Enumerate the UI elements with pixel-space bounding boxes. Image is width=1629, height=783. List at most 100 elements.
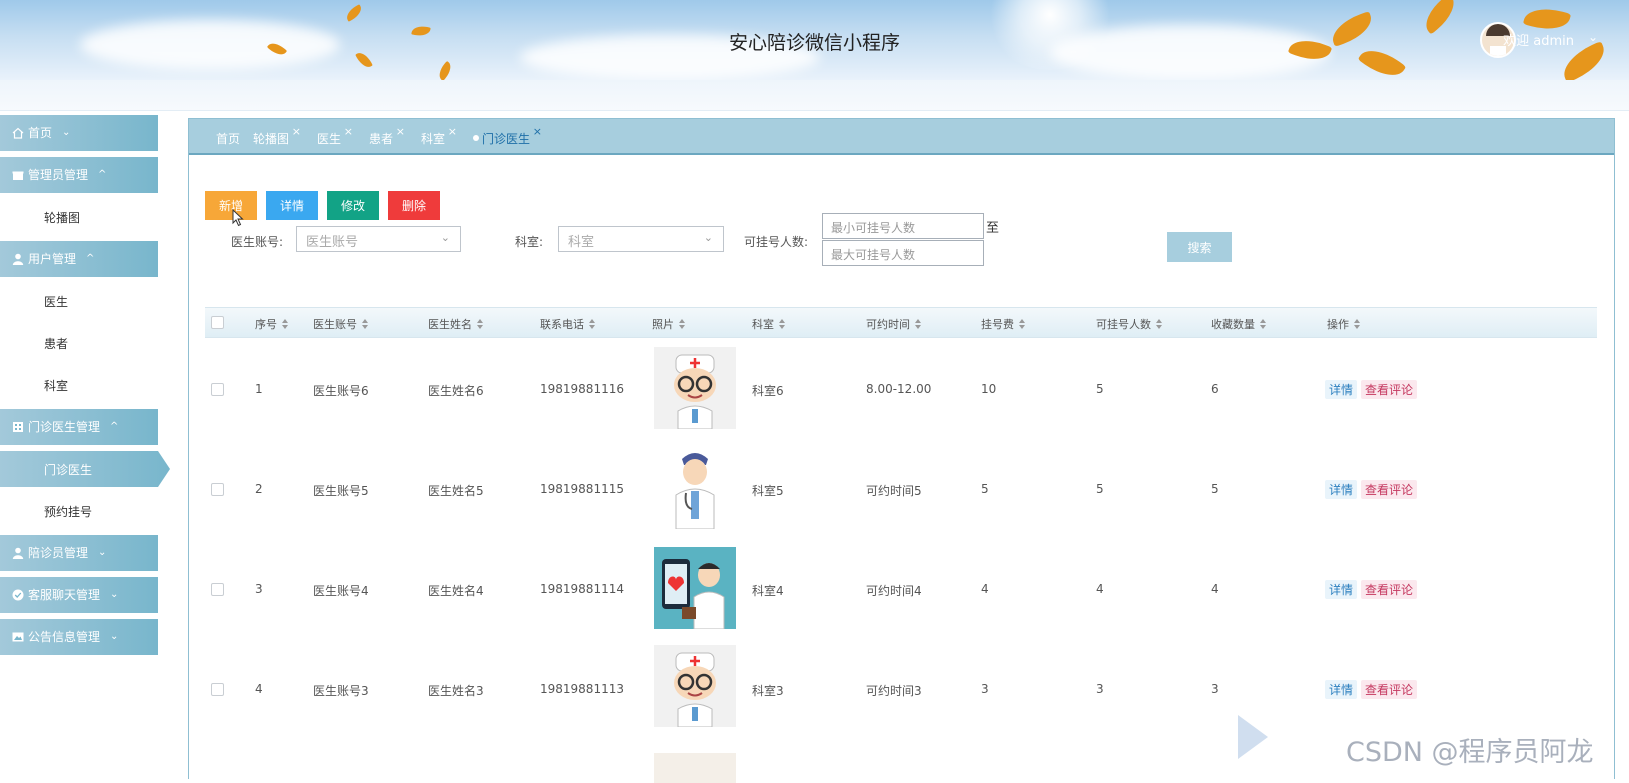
- sort-icon: [477, 319, 484, 329]
- doctor-photo: [654, 447, 736, 529]
- min-quota-input[interactable]: 最小可挂号人数: [822, 213, 984, 239]
- column-header[interactable]: 医生姓名: [428, 316, 484, 332]
- leaf-decoration: [435, 60, 455, 80]
- column-header[interactable]: 操作: [1327, 316, 1361, 332]
- sidebar-group-clinic[interactable]: 门诊医生管理 ^: [0, 409, 175, 445]
- tab-carousel[interactable]: 轮播图 ×: [253, 125, 301, 147]
- chevron-down-icon: ⌄: [703, 231, 713, 244]
- close-icon[interactable]: ×: [533, 125, 542, 138]
- table-header: 序号 医生账号 医生姓名 联系电话 照片 科室 可约时间 挂号费 可挂号人数 收…: [205, 307, 1597, 338]
- department-label: 科室:: [515, 235, 544, 249]
- column-header[interactable]: 科室: [752, 316, 786, 332]
- add-button[interactable]: 新增: [205, 191, 257, 220]
- header-banner: 安心陪诊微信小程序 欢迎 admin ⌄: [0, 0, 1629, 80]
- row-checkbox[interactable]: [211, 683, 224, 696]
- sidebar-group-admin[interactable]: 管理员管理 ^: [0, 157, 175, 193]
- column-header[interactable]: 联系电话: [540, 316, 596, 332]
- column-header[interactable]: 照片: [652, 316, 686, 332]
- close-icon[interactable]: ×: [344, 125, 353, 138]
- column-header[interactable]: 收藏数量: [1211, 316, 1267, 332]
- row-review-button[interactable]: 查看评论: [1361, 480, 1418, 499]
- search-button[interactable]: 搜索: [1167, 232, 1232, 262]
- row-review-button[interactable]: 查看评论: [1361, 580, 1418, 599]
- sidebar-group-label: 管理员管理: [28, 168, 89, 182]
- welcome-text[interactable]: 欢迎 admin: [1503, 30, 1574, 49]
- sidebar-group-label: 用户管理: [28, 252, 77, 266]
- doctor-account-select[interactable]: 医生账号 ⌄: [296, 226, 461, 252]
- close-icon[interactable]: ×: [448, 125, 457, 138]
- tab-home[interactable]: 首页: [216, 130, 240, 147]
- doctor-avatar-icon: [674, 652, 716, 727]
- edit-button[interactable]: 修改: [327, 191, 379, 220]
- table-row: 3 医生账号4 医生姓名4 19819881114 科室4 可约时间4 4 4 …: [205, 539, 1597, 639]
- sort-icon: [1354, 319, 1361, 329]
- sidebar-group-label: 客服聊天管理: [28, 588, 101, 602]
- close-icon[interactable]: ×: [292, 125, 301, 138]
- row-detail-button[interactable]: 详情: [1325, 580, 1358, 599]
- tab-department[interactable]: 科室 ×: [421, 125, 457, 147]
- column-header[interactable]: 可约时间: [866, 316, 922, 332]
- row-detail-button[interactable]: 详情: [1325, 680, 1358, 699]
- sort-icon: [1156, 319, 1163, 329]
- column-header[interactable]: 医生账号: [313, 316, 369, 332]
- column-header[interactable]: 挂号费: [981, 316, 1026, 332]
- column-header[interactable]: 序号: [255, 316, 289, 332]
- chevron-down-icon[interactable]: ⌄: [1588, 30, 1598, 44]
- sort-icon: [1019, 319, 1026, 329]
- tab-patient[interactable]: 患者 ×: [369, 125, 405, 147]
- row-checkbox[interactable]: [211, 483, 224, 496]
- sidebar-group-label: 门诊医生管理: [28, 420, 101, 434]
- sort-icon: [362, 319, 369, 329]
- close-icon[interactable]: ×: [396, 125, 405, 138]
- home-icon: [12, 127, 24, 139]
- sidebar-group-users[interactable]: 用户管理 ^: [0, 241, 175, 277]
- main-panel: 首页 轮播图 × 医生 × 患者 × 科室 × 门诊医生 × 新增 详情 修改 删除 医生…: [188, 118, 1615, 783]
- sidebar-item-patient[interactable]: 患者: [0, 325, 175, 361]
- sidebar-group-home[interactable]: 首页 ⌄: [0, 115, 175, 151]
- sidebar: 首页 ⌄ 管理员管理 ^ 轮播图 用户管理 ^ 医生 患者 科室 门诊医生管理 ^ 门诊…: [0, 115, 175, 661]
- image-icon: [12, 631, 24, 643]
- tab-bar: 首页 轮播图 × 医生 × 患者 × 科室 × 门诊医生 ×: [189, 119, 1614, 155]
- detail-button[interactable]: 详情: [266, 191, 318, 220]
- doctor-avatar-icon: [675, 453, 715, 529]
- chevron-up-icon: ^: [98, 169, 107, 180]
- table-row: 1 医生账号6 医生姓名6 19819881116 科室6 8.00-12.00…: [205, 339, 1597, 439]
- user-icon: [12, 253, 24, 265]
- sidebar-item-clinic-doctor[interactable]: 门诊医生: [0, 451, 175, 487]
- tab-doctor[interactable]: 医生 ×: [317, 125, 353, 147]
- department-select[interactable]: 科室 ⌄: [558, 226, 724, 252]
- max-quota-input[interactable]: 最大可挂号人数: [822, 240, 984, 266]
- sidebar-item-doctor[interactable]: 医生: [0, 283, 175, 319]
- row-review-button[interactable]: 查看评论: [1361, 680, 1418, 699]
- header-strip: [0, 80, 1629, 111]
- doctor-photo: [654, 753, 736, 783]
- sidebar-group-escort[interactable]: 陪诊员管理 ⌄: [0, 535, 175, 571]
- row-checkbox[interactable]: [211, 583, 224, 596]
- building-icon: [12, 421, 24, 433]
- cursor-icon: [232, 209, 244, 227]
- sidebar-item-department[interactable]: 科室: [0, 367, 175, 403]
- row-detail-button[interactable]: 详情: [1325, 480, 1358, 499]
- table-row: 4 医生账号3 医生姓名3 19819881113 科室3 可约时间3 3 3 …: [205, 639, 1597, 739]
- watermark-logo-icon: [1238, 715, 1268, 759]
- tab-clinic-doctor[interactable]: 门诊医生 ×: [472, 125, 542, 147]
- sidebar-item-appointment[interactable]: 预约挂号: [0, 493, 175, 529]
- doctor-photo: [654, 347, 736, 429]
- sidebar-group-label: 陪诊员管理: [28, 546, 89, 560]
- app-title: 安心陪诊微信小程序: [728, 32, 900, 54]
- sidebar-group-notice[interactable]: 公告信息管理 ⌄: [0, 619, 175, 655]
- to-label: 至: [986, 221, 1000, 236]
- sort-icon: [679, 319, 686, 329]
- sort-icon: [779, 319, 786, 329]
- row-review-button[interactable]: 查看评论: [1361, 380, 1418, 399]
- row-detail-button[interactable]: 详情: [1325, 380, 1358, 399]
- column-header[interactable]: 可挂号人数: [1096, 316, 1163, 332]
- doctor-avatar-icon: [674, 354, 716, 429]
- row-checkbox[interactable]: [211, 383, 224, 396]
- delete-button[interactable]: 删除: [388, 191, 440, 220]
- sidebar-group-chat[interactable]: 客服聊天管理 ⌄: [0, 577, 175, 613]
- doctor-account-label: 医生账号:: [231, 235, 284, 249]
- sidebar-item-carousel[interactable]: 轮播图: [0, 199, 175, 235]
- select-all-checkbox[interactable]: [211, 316, 224, 329]
- sort-icon: [915, 319, 922, 329]
